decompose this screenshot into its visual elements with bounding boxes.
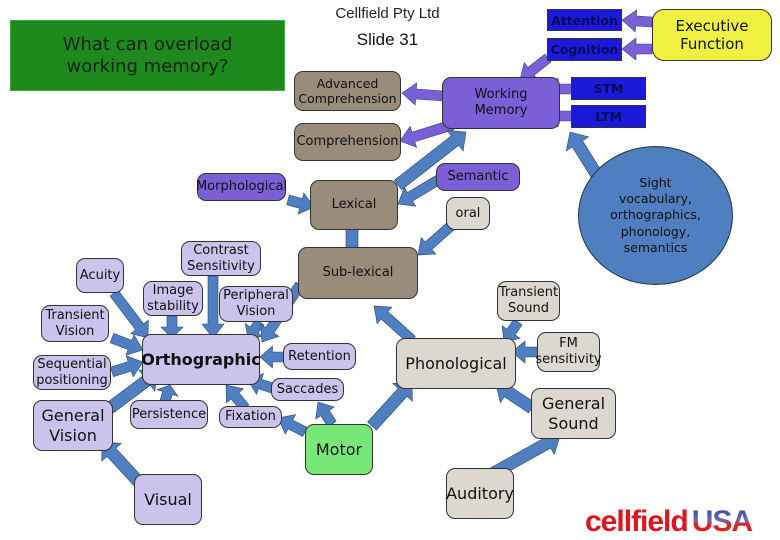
node-sub-lexical: Sub-lexical (298, 247, 418, 299)
arrow-exec-to-cognition (621, 37, 653, 61)
node-cognition: Cognition (547, 38, 622, 61)
arrow-transient-vis-to-ortho (109, 332, 144, 356)
node-advanced-comprehension: Advanced Comprehension (294, 71, 401, 111)
node-contrast-sensitivity: Contrast Sensitivity (181, 241, 261, 276)
arrow-seq-pos-to-ortho (110, 355, 144, 378)
arrow-motor-to-fixation (277, 414, 308, 437)
cellfield-usa-logo: cellfield USA (585, 505, 753, 538)
node-peripheral-vision: Peripheral Vision (219, 286, 293, 322)
node-sequential-positioning: Sequential positioning (33, 355, 111, 390)
node-comprehension: Comprehension (294, 123, 401, 161)
node-image-stability: Image stability (143, 281, 203, 316)
node-saccades: Saccades (271, 378, 344, 401)
node-lexical: Lexical (310, 180, 398, 230)
node-auditory: Auditory (446, 468, 514, 519)
callout-bubble: Sight vocabulary, orthographics, phonolo… (578, 146, 733, 285)
node-motor: Motor (305, 424, 373, 475)
logo-brand: cellfield (585, 505, 689, 538)
node-stm: STM (571, 77, 646, 100)
node-ltm: LTM (571, 105, 646, 128)
node-orthographic: Orthographic (141, 334, 261, 385)
arrow-motor-to-saccades (315, 401, 337, 428)
logo-suffix: USA (691, 505, 753, 538)
node-attention: Attention (547, 9, 622, 31)
node-visual: Visual (134, 474, 202, 525)
node-executive-function: Executive Function (652, 9, 772, 61)
node-fixation: Fixation (219, 406, 282, 428)
node-retention: Retention (283, 343, 356, 370)
node-general-vision: General Vision (33, 400, 113, 451)
node-fm-sensitivity: FM sensitivity (535, 332, 602, 372)
node-transient-sound: Transient Sound (497, 281, 560, 321)
node-semantic: Semantic (436, 163, 520, 191)
node-morphological: Morphological (196, 173, 287, 201)
node-persistence: Persistence (130, 400, 208, 429)
arrow-wm-to-adv-comp (401, 82, 445, 106)
arrow-exec-to-attention (621, 9, 653, 33)
node-working-memory: Working Memory (442, 77, 560, 129)
node-phonological: Phonological (396, 338, 516, 389)
node-acuity: Acuity (76, 258, 124, 293)
node-general-sound: General Sound (531, 388, 616, 439)
node-oral: oral (446, 197, 490, 230)
node-transient-vision: Transient Vision (41, 305, 109, 342)
arrow-retention-to-ortho (259, 345, 286, 369)
arrow-motor-to-phonological (367, 381, 413, 431)
